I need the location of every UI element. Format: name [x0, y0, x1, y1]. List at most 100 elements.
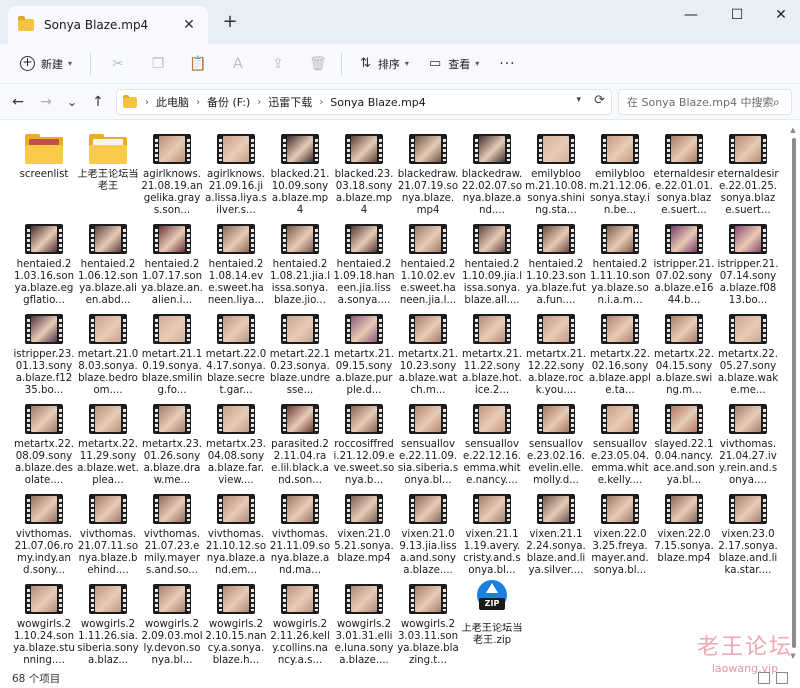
- file-item[interactable]: wowgirls.23.03.11.sonya.blaze.blazing.t.…: [396, 580, 460, 670]
- rename-icon[interactable]: Ａ: [227, 53, 249, 75]
- file-item[interactable]: agirlknows.21.08.19.angelika.grays.son..…: [140, 130, 204, 220]
- delete-icon[interactable]: 🗑: [307, 53, 329, 75]
- file-item[interactable]: vivthomas.21.07.11.sonya.blaze.behind...…: [76, 490, 140, 580]
- file-item[interactable]: blackedraw.22.02.07.sonya.blaze.and....: [460, 130, 524, 220]
- file-item[interactable]: vivthomas.21.04.27.ivy.rein.and.sonya...…: [716, 400, 780, 490]
- file-item[interactable]: metartx.22.11.29.sonya.blaze.wet.plea...: [76, 400, 140, 490]
- file-item[interactable]: metartx.22.08.09.sonya.blaze.desolate...…: [12, 400, 76, 490]
- file-item[interactable]: hentaied.21.08.21.jia.lissa.sonya.blaze.…: [268, 220, 332, 310]
- large-icons-view-icon[interactable]: [776, 672, 788, 684]
- file-item[interactable]: agirlknows.21.09.16.jia.lissa.liya.silve…: [204, 130, 268, 220]
- file-item[interactable]: vixen.21.09.13.jia.lissa.and.sonya.blaze…: [396, 490, 460, 580]
- forward-button[interactable]: →: [36, 92, 56, 112]
- file-item[interactable]: sensuallove.23.02.16.evelin.elle.molly.d…: [524, 400, 588, 490]
- file-item[interactable]: vivthomas.21.11.09.sonya.blaze.and.ma...: [268, 490, 332, 580]
- file-item[interactable]: metartx.22.04.15.sonya.blaze.swing.m...: [652, 310, 716, 400]
- file-item[interactable]: sensuallove.23.05.04.emma.white.kelly...…: [588, 400, 652, 490]
- file-item[interactable]: vixen.22.07.15.sonya.blaze.mp4: [652, 490, 716, 580]
- file-item[interactable]: sensuallove.22.12.16.emma.white.nancy...…: [460, 400, 524, 490]
- file-item[interactable]: eternaldesire.22.01.01.sonya.blaze.suert…: [652, 130, 716, 220]
- file-item[interactable]: wowgirls.21.11.26.sia.siberia.sonya.blaz…: [76, 580, 140, 670]
- file-item[interactable]: emilybloom.21.10.08.sonya.shining.sta...: [524, 130, 588, 220]
- cut-icon[interactable]: ✂: [107, 53, 129, 75]
- file-item[interactable]: hentaied.21.11.10.sonya.blaze.son.i.a.m.…: [588, 220, 652, 310]
- file-item[interactable]: hentaied.21.10.23.sonya.blaze.futa.fun..…: [524, 220, 588, 310]
- scroll-up-arrow[interactable]: ▲: [788, 126, 798, 134]
- file-item[interactable]: vivthomas.21.07.23.emily.mayers.and.so..…: [140, 490, 204, 580]
- paste-icon[interactable]: 📋: [187, 53, 209, 75]
- scroll-down-arrow[interactable]: ▼: [788, 652, 798, 660]
- tab-close-icon[interactable]: ✕: [180, 17, 198, 33]
- file-item[interactable]: wowgirls.22.09.03.molly.devon.sonya.bl..…: [140, 580, 204, 670]
- file-item[interactable]: vixen.21.05.21.sonya.blaze.mp4: [332, 490, 396, 580]
- file-item[interactable]: metartx.21.09.15.sonya.blaze.purple.d...: [332, 310, 396, 400]
- file-item[interactable]: metartx.23.01.26.sonya.blaze.draw.me...: [140, 400, 204, 490]
- file-item[interactable]: 上老王论坛当老王: [76, 130, 140, 220]
- address-bar[interactable]: › 此电脑 › 备份 (F:) › 迅雷下载 › Sonya Blaze.mp4…: [116, 89, 612, 115]
- file-item[interactable]: slayed.22.10.04.nancy.ace.and.sonya.bl..…: [652, 400, 716, 490]
- file-item[interactable]: metart.21.10.19.sonya.blaze.smiling.fo..…: [140, 310, 204, 400]
- file-item[interactable]: metart.22.10.23.sonya.blaze.undresse...: [268, 310, 332, 400]
- file-item[interactable]: hentaied.21.10.02.eve.sweet.haneen.jia.l…: [396, 220, 460, 310]
- file-item[interactable]: vivthomas.21.07.06.romy.indy.and.sony...: [12, 490, 76, 580]
- file-item[interactable]: hentaied.21.10.09.jia.lissa.sonya.blaze.…: [460, 220, 524, 310]
- file-item[interactable]: wowgirls.22.11.26.kelly.collins.nancy.a.…: [268, 580, 332, 670]
- maximize-button[interactable]: ☐: [714, 0, 760, 30]
- file-item[interactable]: vivthomas.21.10.12.sonya.blaze.and.em...: [204, 490, 268, 580]
- file-item[interactable]: sensuallove.22.11.09.sia.siberia.sonya.b…: [396, 400, 460, 490]
- file-item[interactable]: ZIP 上老王论坛当老王.zip: [460, 580, 524, 670]
- details-view-icon[interactable]: [758, 672, 770, 684]
- file-item[interactable]: roccosiffredi.21.12.09.eve.sweet.sonya.b…: [332, 400, 396, 490]
- file-item[interactable]: metartx.21.11.22.sonya.blaze.hot.ice.2..…: [460, 310, 524, 400]
- vertical-scrollbar-thumb[interactable]: [792, 138, 796, 648]
- file-item[interactable]: hentaied.21.03.16.sonya.blaze.eggflatio.…: [12, 220, 76, 310]
- recent-locations-button[interactable]: ⌄: [62, 92, 82, 112]
- refresh-button[interactable]: ⟳: [594, 93, 605, 108]
- view-button[interactable]: ▭ 查看 ▾: [423, 51, 485, 77]
- file-item[interactable]: parasited.22.11.04.rae.lil.black.and.son…: [268, 400, 332, 490]
- file-item[interactable]: screenlist: [12, 130, 76, 220]
- copy-icon[interactable]: ❐: [147, 53, 169, 75]
- file-item[interactable]: vixen.23.02.17.sonya.blaze.and.lika.star…: [716, 490, 780, 580]
- file-item[interactable]: vixen.21.12.24.sonya.blaze.and.liya.silv…: [524, 490, 588, 580]
- breadcrumb-this-pc[interactable]: 此电脑: [156, 94, 189, 110]
- sort-button[interactable]: ⇅ 排序 ▾: [354, 51, 415, 77]
- file-item[interactable]: vixen.22.03.25.freya.mayer.and.sonya.bl.…: [588, 490, 652, 580]
- file-item[interactable]: metart.21.08.03.sonya.blaze.bedroom....: [76, 310, 140, 400]
- breadcrumb-drive-f[interactable]: 备份 (F:): [207, 94, 250, 110]
- more-options-button[interactable]: ···: [499, 56, 515, 72]
- search-icon[interactable]: ⌕: [773, 95, 791, 110]
- file-item[interactable]: eternaldesire.22.01.25.sonya.blaze.suert…: [716, 130, 780, 220]
- file-item[interactable]: wowgirls.23.01.31.ellie.luna.sonya.blaze…: [332, 580, 396, 670]
- search-input[interactable]: 在 Sonya Blaze.mp4 中搜索 ⌕: [618, 89, 792, 115]
- file-item[interactable]: blacked.21.10.09.sonya.blaze.mp4: [268, 130, 332, 220]
- file-item[interactable]: blackedraw.21.07.19.sonya.blaze.mp4: [396, 130, 460, 220]
- tab-sonya-blaze[interactable]: Sonya Blaze.mp4 ✕: [8, 6, 208, 44]
- address-history-chevron-icon[interactable]: ▾: [576, 95, 581, 105]
- file-item[interactable]: hentaied.21.06.12.sonya.blaze.alien.abd.…: [76, 220, 140, 310]
- file-item[interactable]: vixen.21.11.19.avery.cristy.and.sonya.bl…: [460, 490, 524, 580]
- file-item[interactable]: wowgirls.21.10.24.sonya.blaze.stunning..…: [12, 580, 76, 670]
- close-window-button[interactable]: ✕: [758, 0, 800, 30]
- file-item[interactable]: istripper.23.01.13.sonya.blaze.f1235.bo.…: [12, 310, 76, 400]
- new-tab-button[interactable]: +: [220, 12, 240, 32]
- file-item[interactable]: hentaied.21.08.14.eve.sweet.haneen.liya.…: [204, 220, 268, 310]
- file-item[interactable]: metartx.21.12.22.sonya.blaze.rock.you...…: [524, 310, 588, 400]
- file-item[interactable]: metart.22.04.17.sonya.blaze.secret.gar..…: [204, 310, 268, 400]
- new-button[interactable]: + 新建 ▾: [14, 51, 78, 77]
- breadcrumb-current-folder[interactable]: Sonya Blaze.mp4: [330, 96, 426, 109]
- file-item[interactable]: istripper.21.07.14.sonya.blaze.f0813.bo.…: [716, 220, 780, 310]
- back-button[interactable]: ←: [8, 92, 28, 112]
- minimize-button[interactable]: —: [668, 0, 714, 30]
- up-button[interactable]: ↑: [88, 92, 108, 112]
- file-item[interactable]: metartx.22.02.16.sonya.blaze.apple.ta...: [588, 310, 652, 400]
- file-item[interactable]: hentaied.21.09.18.haneen.jia.lissa.sonya…: [332, 220, 396, 310]
- share-icon[interactable]: ⇪: [267, 53, 289, 75]
- file-item[interactable]: blacked.23.03.18.sonya.blaze.mp4: [332, 130, 396, 220]
- file-item[interactable]: hentaied.21.07.17.sonya.blaze.an.alien.i…: [140, 220, 204, 310]
- file-item[interactable]: metartx.22.05.27.sonya.blaze.wake.me...: [716, 310, 780, 400]
- file-item[interactable]: metartx.21.10.23.sonya.blaze.watch.m...: [396, 310, 460, 400]
- file-item[interactable]: wowgirls.22.10.15.nancy.a.sonya.blaze.h.…: [204, 580, 268, 670]
- file-item[interactable]: emilybloom.21.12.06.sonya.stay.in.be...: [588, 130, 652, 220]
- breadcrumb-downloads[interactable]: 迅雷下载: [268, 94, 312, 110]
